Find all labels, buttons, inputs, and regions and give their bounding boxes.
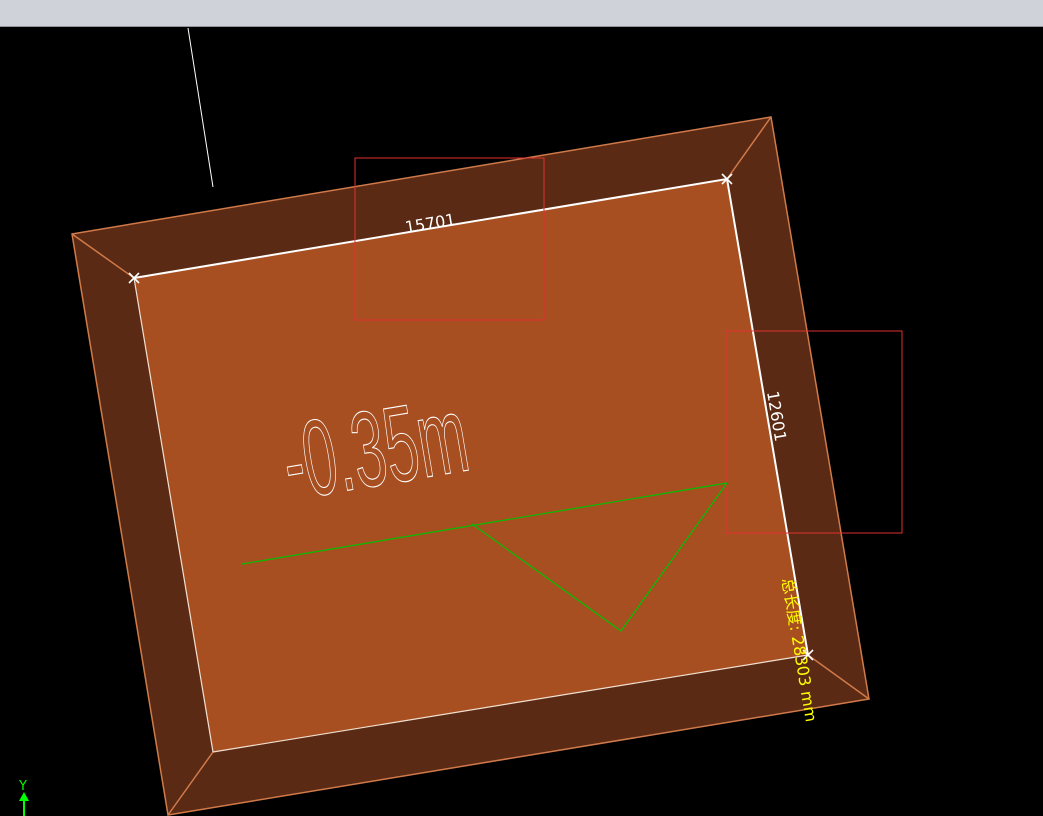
reference-line[interactable]	[187, 27, 214, 188]
drawing-canvas[interactable]: 15701 12601 -0.35m 总长度: 28303 mm Y	[0, 0, 1043, 816]
cad-viewport[interactable]: 15701 12601 -0.35m 总长度: 28303 mm Y	[0, 0, 1043, 816]
y-axis-label: Y	[18, 779, 27, 794]
ucs-axis-indicator: Y	[18, 779, 29, 816]
